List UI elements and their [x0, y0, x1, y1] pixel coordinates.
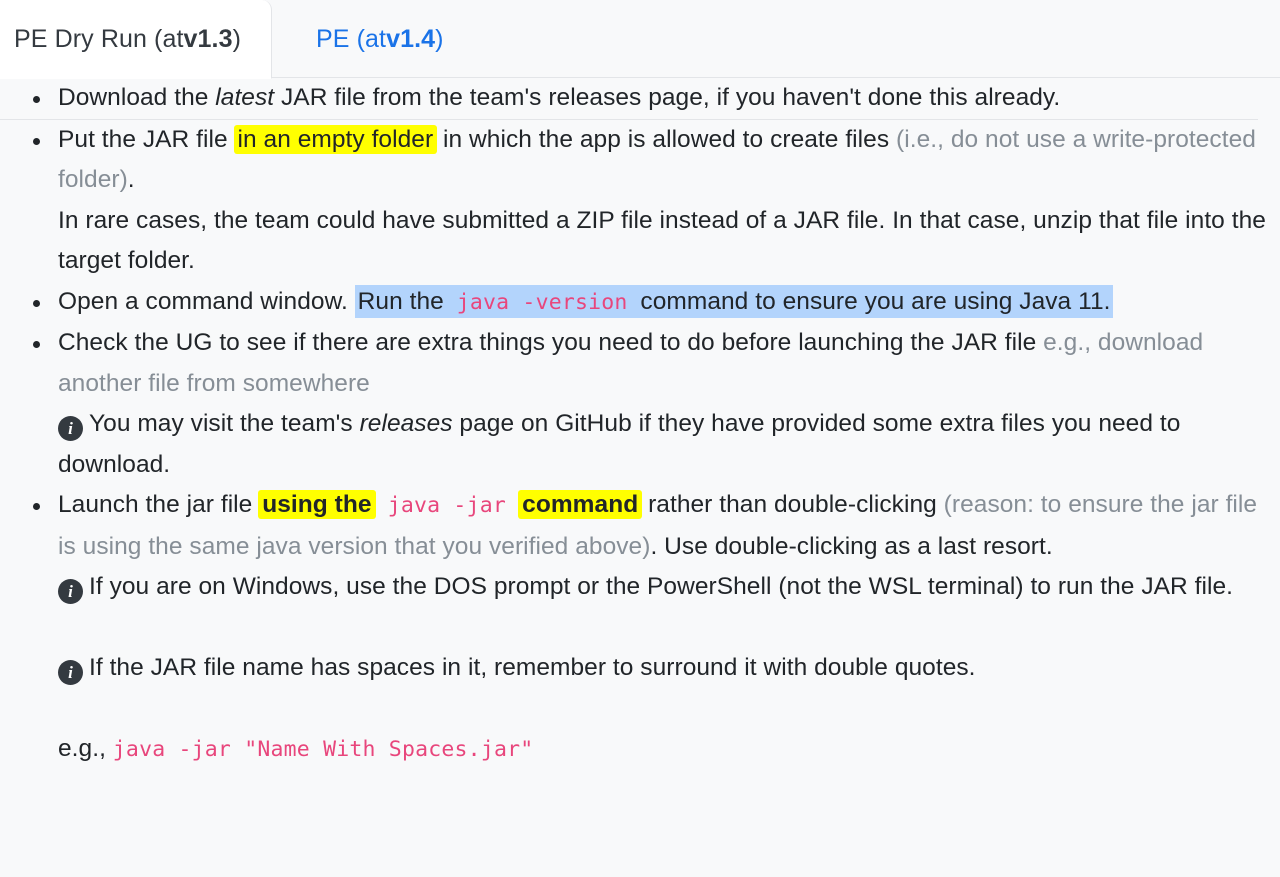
code-java-version: java -version — [456, 289, 628, 315]
info-icon: i — [58, 579, 83, 604]
launch-jar-note-1-text: If you are on Windows, use the DOS promp… — [89, 573, 1233, 600]
info-icon: i — [58, 660, 83, 685]
launch-jar-info-note-windows: i If you are on Windows, use the DOS prom… — [58, 567, 1280, 608]
tab-pe[interactable]: PE (at v1.4) — [272, 0, 472, 78]
empty-folder-zip-note: In rare cases, the team could have submi… — [58, 206, 1266, 275]
list-item-launch-jar: Launch the jar file using the java -jar … — [0, 485, 1280, 771]
empty-folder-part-1: Put the JAR file — [58, 125, 235, 153]
download-jar-italic-latest: latest — [215, 84, 275, 111]
selection-command-java-11: command to ensure you are using Java 11. — [630, 284, 1114, 318]
list-item-empty-folder: Put the JAR file in an empty folder in w… — [0, 120, 1280, 282]
info-icon: i — [58, 416, 83, 441]
download-jar-part-1: Download the — [58, 84, 216, 111]
download-jar-part-2: JAR file from the team's releases page, … — [274, 84, 1061, 111]
check-ug-note-part-1: You may visit the team's — [89, 410, 360, 437]
content-area: Download the latest JAR file from the te… — [0, 78, 1280, 771]
tab-pe-dry-run-prefix: PE Dry Run (at — [14, 24, 184, 53]
tab-pe-dry-run-version: v1.3 — [183, 24, 233, 53]
check-ug-note-italic-releases: releases — [359, 410, 453, 437]
highlight-using-the: using the — [258, 490, 376, 519]
code-java-jar: java -jar — [374, 493, 520, 518]
tab-pe-suffix: ) — [435, 24, 444, 53]
launch-jar-part-2: rather than double-clicking — [641, 491, 944, 518]
page-root: PE Dry Run (at v1.3) PE (at v1.4) Downlo… — [0, 0, 1280, 877]
list-item-check-ug: Check the UG to see if there are extra t… — [0, 323, 1280, 485]
bullet-list-second: Put the JAR file in an empty folder in w… — [0, 120, 1280, 771]
launch-jar-note-2-text: If the JAR file name has spaces in it, r… — [89, 654, 976, 681]
command-window-part-1: Open a command window. — [58, 287, 355, 315]
list-item-download-jar: Download the latest JAR file from the te… — [0, 78, 1280, 119]
empty-folder-part-2: in which the app is allowed to create fi… — [436, 125, 897, 153]
launch-jar-example: e.g., java -jar "Name With Spaces.jar" — [58, 729, 1280, 771]
selection-run-the: Run the — [354, 284, 454, 318]
tab-pe-prefix: PE (at — [316, 24, 387, 53]
highlight-in-an-empty-folder: in an empty folder — [233, 124, 438, 154]
highlight-command: command — [518, 490, 643, 519]
code-java-jar-quoted: java -jar "Name With Spaces.jar" — [112, 737, 534, 762]
example-label: e.g., — [58, 735, 113, 762]
tab-pe-dry-run-suffix: ) — [232, 24, 242, 53]
tab-pe-dry-run[interactable]: PE Dry Run (at v1.3) — [0, 0, 273, 79]
tab-bar: PE Dry Run (at v1.3) PE (at v1.4) — [0, 0, 1280, 79]
launch-jar-info-note-spaces: i If the JAR file name has spaces in it, … — [58, 648, 1280, 689]
launch-jar-part-1: Launch the jar file — [58, 491, 260, 518]
empty-folder-part-3: . — [127, 166, 135, 193]
check-ug-part-1: Check the UG to see if there are extra t… — [58, 329, 1044, 356]
bullet-list-first: Download the latest JAR file from the te… — [0, 78, 1280, 119]
check-ug-info-note: i You may visit the team's releases page … — [58, 404, 1280, 485]
launch-jar-part-3: . Use double-clicking as a last resort. — [650, 532, 1053, 560]
tab-pe-version: v1.4 — [386, 24, 436, 53]
list-item-command-window: Open a command window. Run the java -ver… — [0, 282, 1280, 324]
